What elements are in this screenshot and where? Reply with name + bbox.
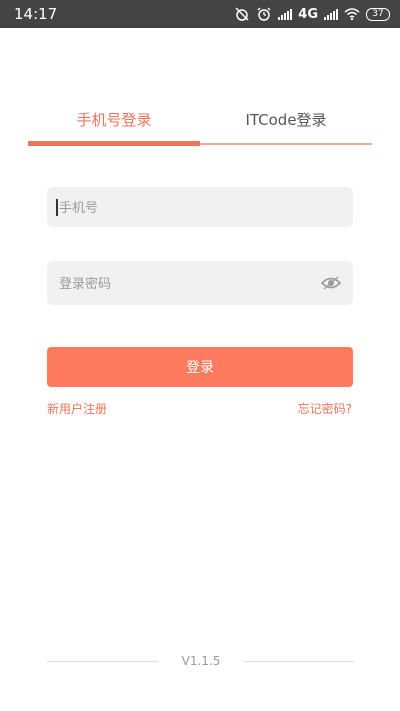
tab-phone-login[interactable]: 手机号登录 (28, 100, 200, 140)
alarm-off-icon (235, 7, 249, 21)
eye-icon[interactable] (321, 275, 341, 291)
battery-icon: 37 (366, 7, 390, 21)
register-link[interactable]: 新用户注册 (47, 400, 107, 417)
network-type: 4G (298, 6, 318, 22)
tab-active-indicator (28, 141, 200, 146)
password-field-container (47, 261, 353, 307)
signal-icon-2 (324, 8, 338, 20)
login-button[interactable]: 登录 (47, 347, 353, 387)
status-bar: 14:17 4G 37 (0, 0, 400, 28)
wifi-icon (344, 8, 360, 21)
footer-divider-left (47, 661, 158, 662)
version-label: V1.1.5 (181, 654, 221, 668)
forgot-password-link[interactable]: 忘记密码? (298, 400, 352, 417)
alarm-clock-icon (257, 7, 271, 21)
status-icons: 4G 37 (234, 6, 390, 22)
footer-divider-right (244, 661, 354, 662)
signal-icon (278, 8, 293, 20)
phone-field-container (47, 187, 353, 229)
login-tabs: 手机号登录 ITCode登录 (28, 100, 372, 148)
status-time: 14:17 (14, 5, 58, 23)
phone-input[interactable] (57, 187, 321, 229)
tab-itcode-login[interactable]: ITCode登录 (200, 100, 372, 140)
password-input[interactable] (57, 261, 321, 307)
